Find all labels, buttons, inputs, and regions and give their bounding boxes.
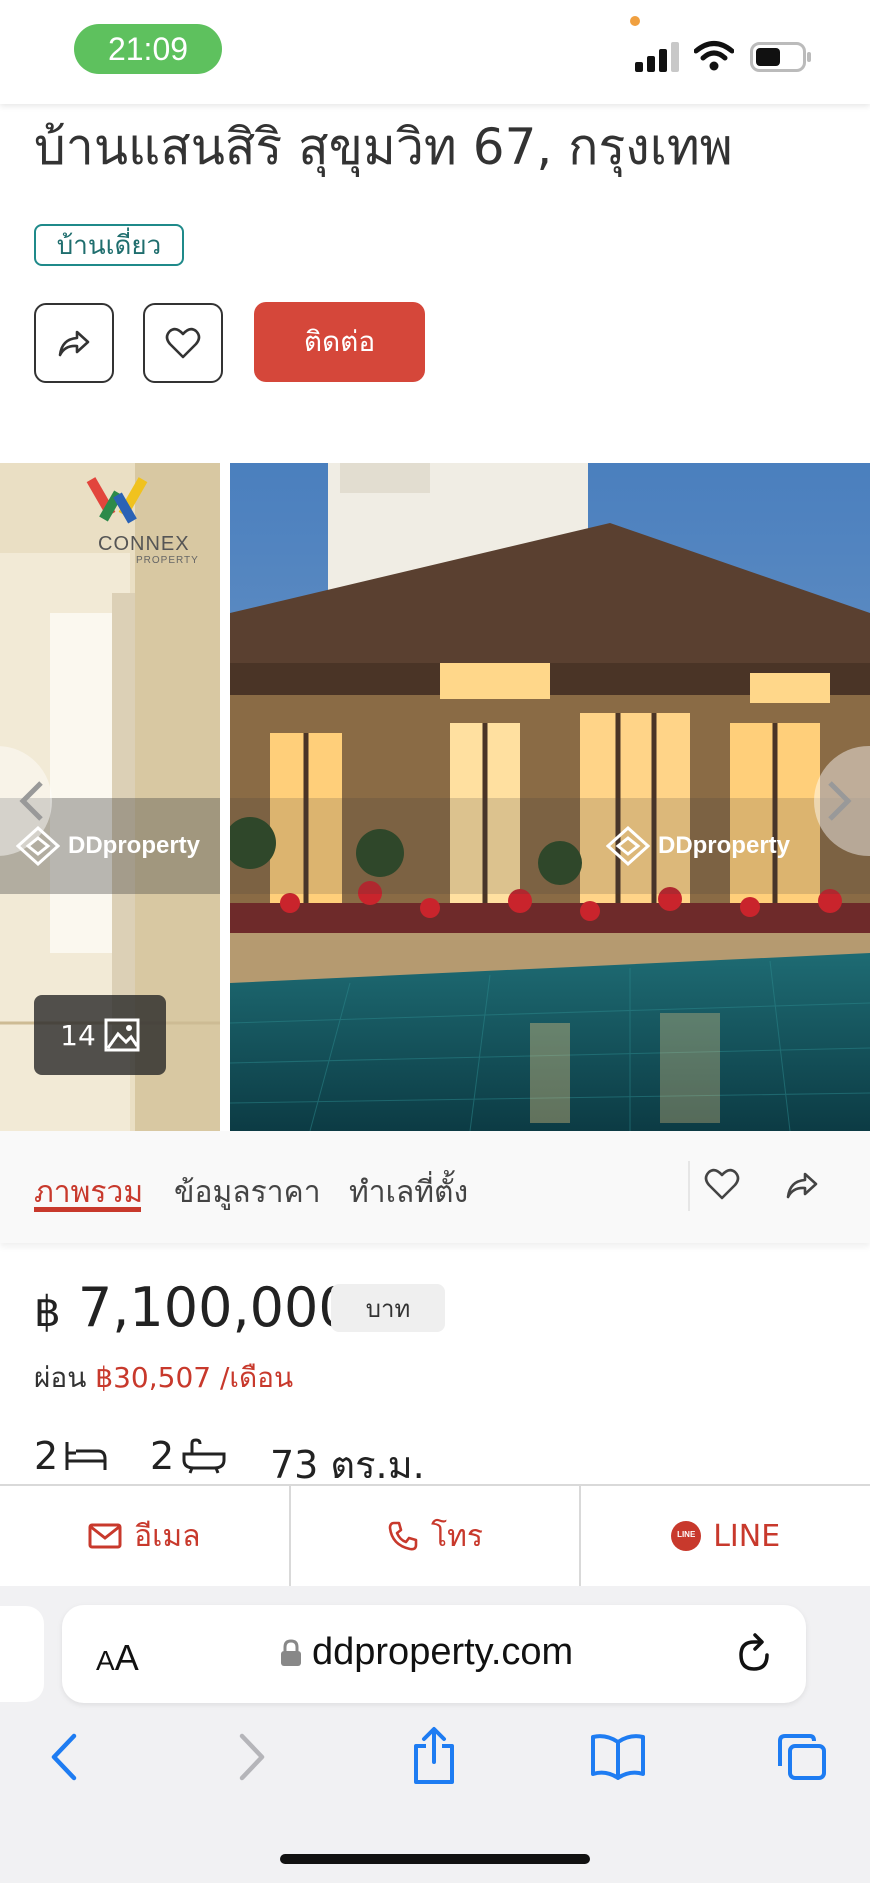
- wifi-icon: [694, 41, 734, 71]
- price: ฿ 7,100,000: [34, 1276, 353, 1339]
- home-indicator: [280, 1854, 590, 1864]
- currency-symbol: ฿: [34, 1287, 61, 1336]
- line-button[interactable]: LINE LINE: [581, 1486, 870, 1586]
- tabs-icon[interactable]: [776, 1732, 828, 1782]
- gallery-photo-main[interactable]: DDproperty: [230, 463, 870, 1131]
- bathrooms-spec: 2: [150, 1434, 228, 1478]
- bedrooms-count: 2: [34, 1434, 59, 1478]
- bed-icon: [65, 1442, 107, 1470]
- image-icon: [104, 1018, 140, 1052]
- bath-icon: [182, 1438, 226, 1474]
- line-icon-text: LINE: [677, 1530, 696, 1539]
- bedrooms-spec: 2: [34, 1434, 108, 1478]
- email-button[interactable]: อีเมล: [0, 1486, 291, 1586]
- watermark-text: DDproperty: [68, 832, 201, 859]
- photo-gallery[interactable]: CONNEX PROPERTY DDproperty 14 DDproperty: [0, 463, 870, 1131]
- contact-action-bar: อีเมล โทร LINE LINE: [0, 1484, 870, 1586]
- previous-tab-preview[interactable]: [0, 1606, 44, 1702]
- text-size-large: A: [114, 1637, 139, 1678]
- chevron-right-icon: [828, 781, 852, 821]
- installment-value: ฿30,507 /เดือน: [95, 1361, 294, 1394]
- line-icon: LINE: [671, 1521, 702, 1551]
- watermark-main: DDproperty: [230, 798, 870, 894]
- photo-count: 14: [60, 1018, 96, 1052]
- tabs-divider: [688, 1161, 690, 1211]
- watermark-text: DDproperty: [657, 832, 790, 859]
- property-type-tag: บ้านเดี่ยว: [34, 224, 184, 266]
- phone-icon: [388, 1521, 418, 1551]
- lock-icon: [281, 1638, 301, 1666]
- reload-icon[interactable]: [734, 1633, 774, 1675]
- cellular-signal-icon: [635, 42, 679, 72]
- ddproperty-logo-icon: [605, 826, 650, 866]
- photo-count-badge[interactable]: 14: [34, 995, 166, 1075]
- tab-price-info[interactable]: ข้อมูลราคา: [174, 1169, 321, 1216]
- installment: ผ่อน ฿30,507 /เดือน: [34, 1356, 293, 1400]
- bathrooms-count: 2: [150, 1434, 175, 1478]
- tabs-favorite-button[interactable]: [704, 1167, 740, 1205]
- back-icon[interactable]: [48, 1732, 82, 1782]
- mail-icon: [88, 1523, 122, 1549]
- share-icon: [58, 330, 90, 357]
- call-button[interactable]: โทร: [291, 1486, 582, 1586]
- gallery-photo-previous[interactable]: CONNEX PROPERTY DDproperty 14: [0, 463, 220, 1131]
- connex-logo-subtext: PROPERTY: [136, 555, 199, 566]
- heart-icon: [165, 327, 201, 359]
- email-label: อีเมล: [134, 1518, 201, 1554]
- chevron-left-icon: [19, 781, 43, 821]
- battery-icon: [750, 42, 811, 72]
- contact-button[interactable]: ติดต่อ: [254, 302, 425, 382]
- address-bar[interactable]: AA ddproperty.com: [62, 1605, 806, 1703]
- share-sheet-icon[interactable]: [410, 1726, 458, 1786]
- tab-location[interactable]: ทำเลที่ตั้ง: [349, 1169, 468, 1216]
- status-time: 21:09: [74, 24, 222, 74]
- bookmarks-icon[interactable]: [590, 1732, 646, 1780]
- privacy-indicator-dot: [630, 16, 640, 26]
- line-label: LINE: [713, 1518, 781, 1554]
- active-tab-indicator: [34, 1207, 141, 1212]
- status-bar: 21:09: [0, 0, 870, 104]
- house-exterior-photo: [230, 463, 870, 1131]
- share-icon: [786, 1172, 818, 1199]
- text-size-button[interactable]: AA: [96, 1637, 139, 1679]
- forward-icon[interactable]: [234, 1732, 268, 1782]
- text-size-small: A: [96, 1645, 115, 1676]
- connex-logo-text: CONNEX: [98, 533, 190, 555]
- favorite-button[interactable]: [143, 303, 223, 383]
- price-unit-badge: บาท: [331, 1284, 445, 1332]
- url-domain: ddproperty.com: [312, 1631, 574, 1673]
- url-display[interactable]: ddproperty.com: [280, 1631, 573, 1674]
- section-tabs: ภาพรวม ข้อมูลราคา ทำเลที่ตั้ง: [0, 1131, 870, 1243]
- share-button[interactable]: [34, 303, 114, 383]
- browser-chrome: AA ddproperty.com: [0, 1586, 870, 1883]
- heart-icon: [704, 1168, 740, 1200]
- call-label: โทร: [431, 1518, 484, 1554]
- installment-label: ผ่อน: [34, 1361, 87, 1394]
- tabs-share-button[interactable]: [784, 1167, 820, 1207]
- listing-title: บ้านแสนสิริ สุขุมวิท 67, กรุงเทพ: [34, 118, 733, 176]
- price-amount: 7,100,000: [77, 1276, 353, 1339]
